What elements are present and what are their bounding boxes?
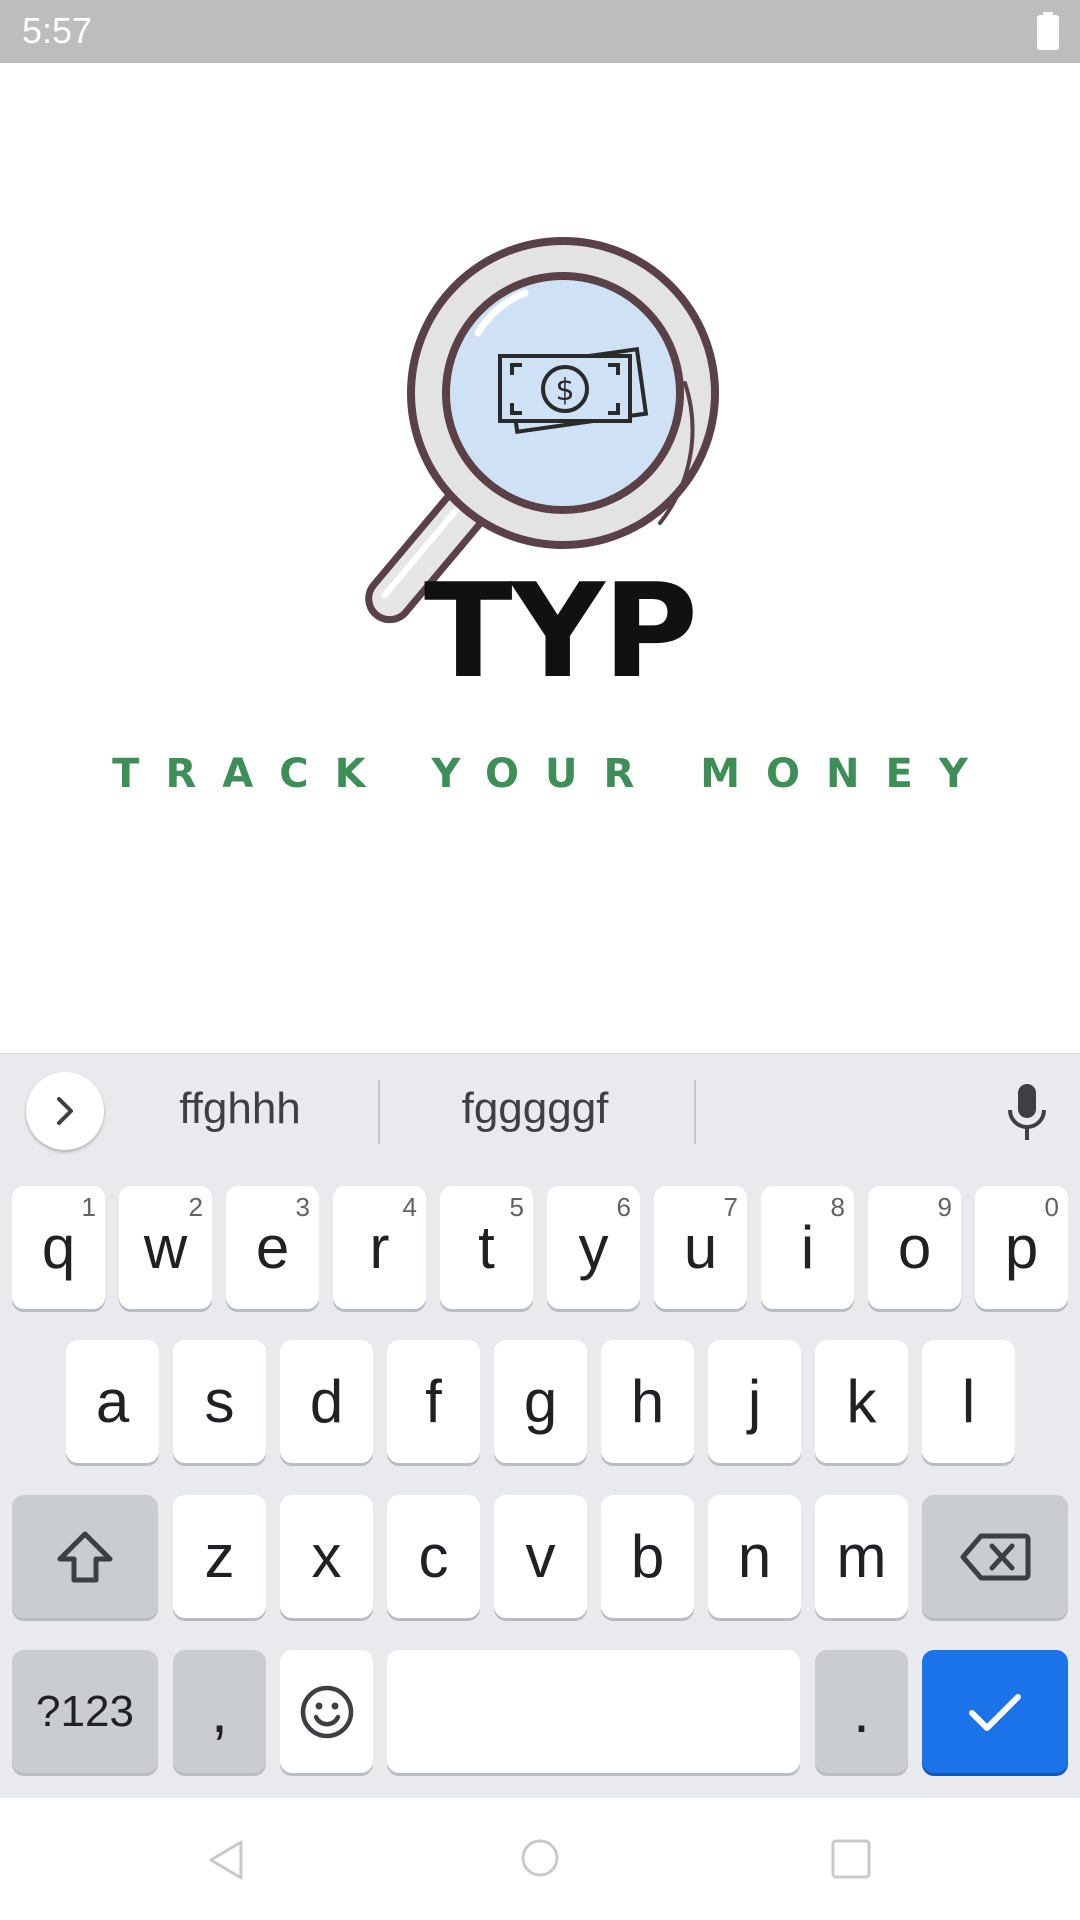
battery-full-icon bbox=[1037, 12, 1059, 50]
suggestion-divider bbox=[378, 1080, 380, 1144]
symbols-key[interactable]: ?123 bbox=[12, 1650, 158, 1773]
shift-key[interactable] bbox=[12, 1495, 158, 1618]
key-e[interactable]: 3e bbox=[226, 1186, 319, 1309]
suggestion-strip: ffghhh fgggggf bbox=[0, 1054, 1080, 1172]
emoji-icon bbox=[300, 1685, 353, 1738]
home-circle-icon[interactable] bbox=[520, 1838, 560, 1878]
status-bar: 5:57 bbox=[0, 0, 1080, 63]
space-bar[interactable] bbox=[387, 1650, 800, 1773]
key-q[interactable]: 1q bbox=[12, 1186, 105, 1309]
key-w[interactable]: 2w bbox=[119, 1186, 212, 1309]
key-i[interactable]: 8i bbox=[761, 1186, 854, 1309]
suggestion-1[interactable]: ffghhh bbox=[140, 1084, 340, 1144]
checkmark-icon bbox=[969, 1693, 1021, 1731]
suggestion-2[interactable]: fgggggf bbox=[420, 1084, 650, 1144]
key-r[interactable]: 4r bbox=[333, 1186, 426, 1309]
key-d[interactable]: d bbox=[280, 1340, 373, 1463]
key-o[interactable]: 9o bbox=[868, 1186, 961, 1309]
key-s[interactable]: s bbox=[173, 1340, 266, 1463]
key-p[interactable]: 0p bbox=[975, 1186, 1068, 1309]
key-t[interactable]: 5t bbox=[440, 1186, 533, 1309]
splash-screen: $ TYP TRACK YOUR MONEY bbox=[0, 63, 1080, 1053]
shift-icon bbox=[57, 1531, 113, 1582]
period-key[interactable]: . bbox=[815, 1650, 908, 1773]
app-title: TYP bbox=[423, 555, 698, 707]
key-c[interactable]: c bbox=[387, 1495, 480, 1618]
comma-key[interactable]: , bbox=[173, 1650, 266, 1773]
enter-key[interactable] bbox=[922, 1650, 1068, 1773]
key-a[interactable]: a bbox=[66, 1340, 159, 1463]
key-b[interactable]: b bbox=[601, 1495, 694, 1618]
emoji-key[interactable] bbox=[280, 1650, 373, 1773]
key-z[interactable]: z bbox=[173, 1495, 266, 1618]
status-time: 5:57 bbox=[22, 10, 93, 51]
svg-text:$: $ bbox=[555, 373, 574, 408]
backspace-key[interactable] bbox=[922, 1495, 1068, 1618]
chevron-right-icon bbox=[57, 1097, 73, 1125]
recents-square-icon[interactable] bbox=[830, 1838, 872, 1880]
key-y[interactable]: 6y bbox=[547, 1186, 640, 1309]
key-x[interactable]: x bbox=[280, 1495, 373, 1618]
suggestion-divider bbox=[694, 1080, 696, 1144]
app-tagline: TRACK YOUR MONEY bbox=[112, 751, 994, 797]
key-m[interactable]: m bbox=[815, 1495, 908, 1618]
key-v[interactable]: v bbox=[494, 1495, 587, 1618]
backspace-icon bbox=[960, 1533, 1031, 1580]
key-g[interactable]: g bbox=[494, 1340, 587, 1463]
navigation-bar bbox=[0, 1798, 1080, 1920]
key-k[interactable]: k bbox=[815, 1340, 908, 1463]
key-n[interactable]: n bbox=[708, 1495, 801, 1618]
microphone-icon[interactable] bbox=[1000, 1082, 1054, 1142]
soft-keyboard: ffghhh fgggggf 1q 2w 3e 4r 5t 6y 7u 8i 9… bbox=[0, 1053, 1080, 1798]
back-triangle-icon[interactable] bbox=[205, 1838, 245, 1882]
key-u[interactable]: 7u bbox=[654, 1186, 747, 1309]
key-h[interactable]: h bbox=[601, 1340, 694, 1463]
key-l[interactable]: l bbox=[922, 1340, 1015, 1463]
key-f[interactable]: f bbox=[387, 1340, 480, 1463]
expand-toolbar-button[interactable] bbox=[26, 1072, 104, 1150]
key-j[interactable]: j bbox=[708, 1340, 801, 1463]
